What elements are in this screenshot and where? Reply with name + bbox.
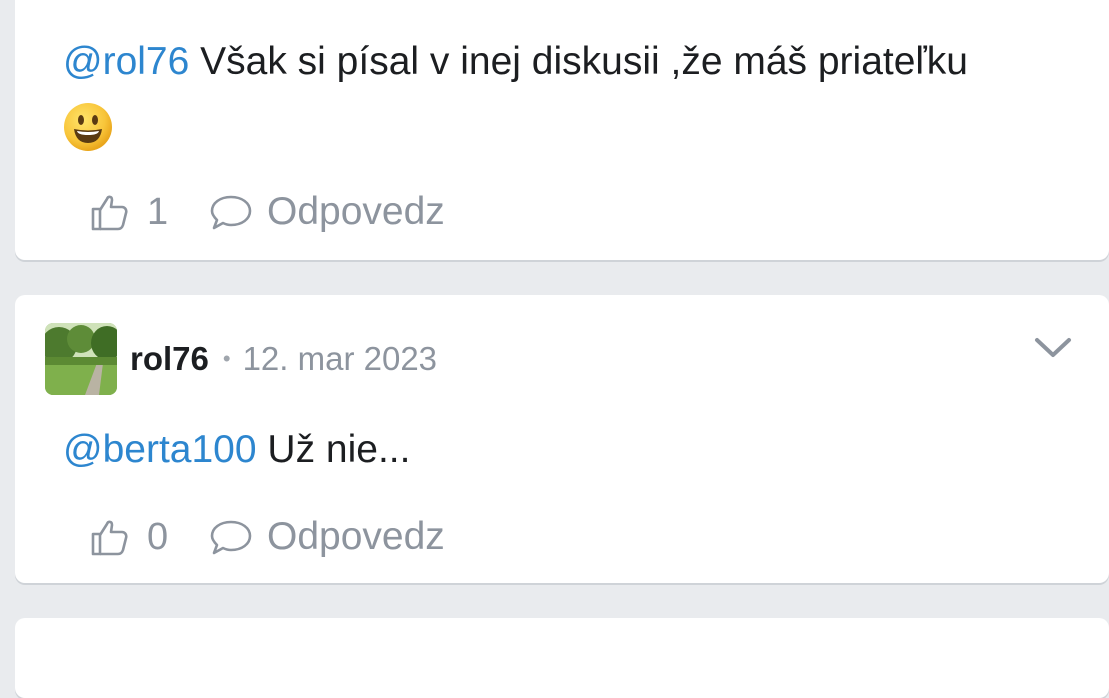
thumbs-up-icon[interactable]	[89, 192, 129, 232]
reply-button[interactable]: Odpovedz	[267, 190, 445, 234]
separator-dot: •	[222, 346, 231, 371]
avatar[interactable]	[45, 323, 117, 395]
speech-bubble-icon[interactable]	[209, 192, 253, 232]
speech-bubble-icon[interactable]	[209, 517, 253, 557]
thumbs-up-icon[interactable]	[89, 517, 129, 557]
comment-text: Však si písal v inej diskusii ,že máš pr…	[189, 40, 968, 83]
reply-button[interactable]: Odpovedz	[267, 515, 445, 559]
comment-card: @rol76 Však si písal v inej diskusii ,že…	[15, 0, 1109, 260]
comment-body: @rol76 Však si písal v inej diskusii ,že…	[63, 30, 968, 94]
comment-card: rol76 • 12. mar 2023 @berta100 Už nie...…	[15, 295, 1109, 583]
mention-link[interactable]: @berta100	[63, 428, 257, 471]
comment-text: Už nie...	[256, 428, 411, 471]
timestamp: 12. mar 2023	[242, 340, 438, 377]
mention-link[interactable]: @rol76	[63, 40, 189, 83]
author-name[interactable]: rol76	[130, 340, 209, 378]
comment-card	[15, 618, 1109, 698]
like-count: 1	[147, 190, 169, 233]
smiling-face-emoji	[64, 103, 112, 151]
like-count: 0	[147, 515, 169, 558]
comment-body: @berta100 Už nie...	[63, 418, 410, 482]
comment-header: rol76 • 12. mar 2023	[45, 323, 437, 395]
chevron-down-icon[interactable]	[1033, 335, 1073, 361]
comment-actions: 1 Odpovedz	[89, 190, 445, 234]
comment-actions: 0 Odpovedz	[89, 515, 445, 559]
